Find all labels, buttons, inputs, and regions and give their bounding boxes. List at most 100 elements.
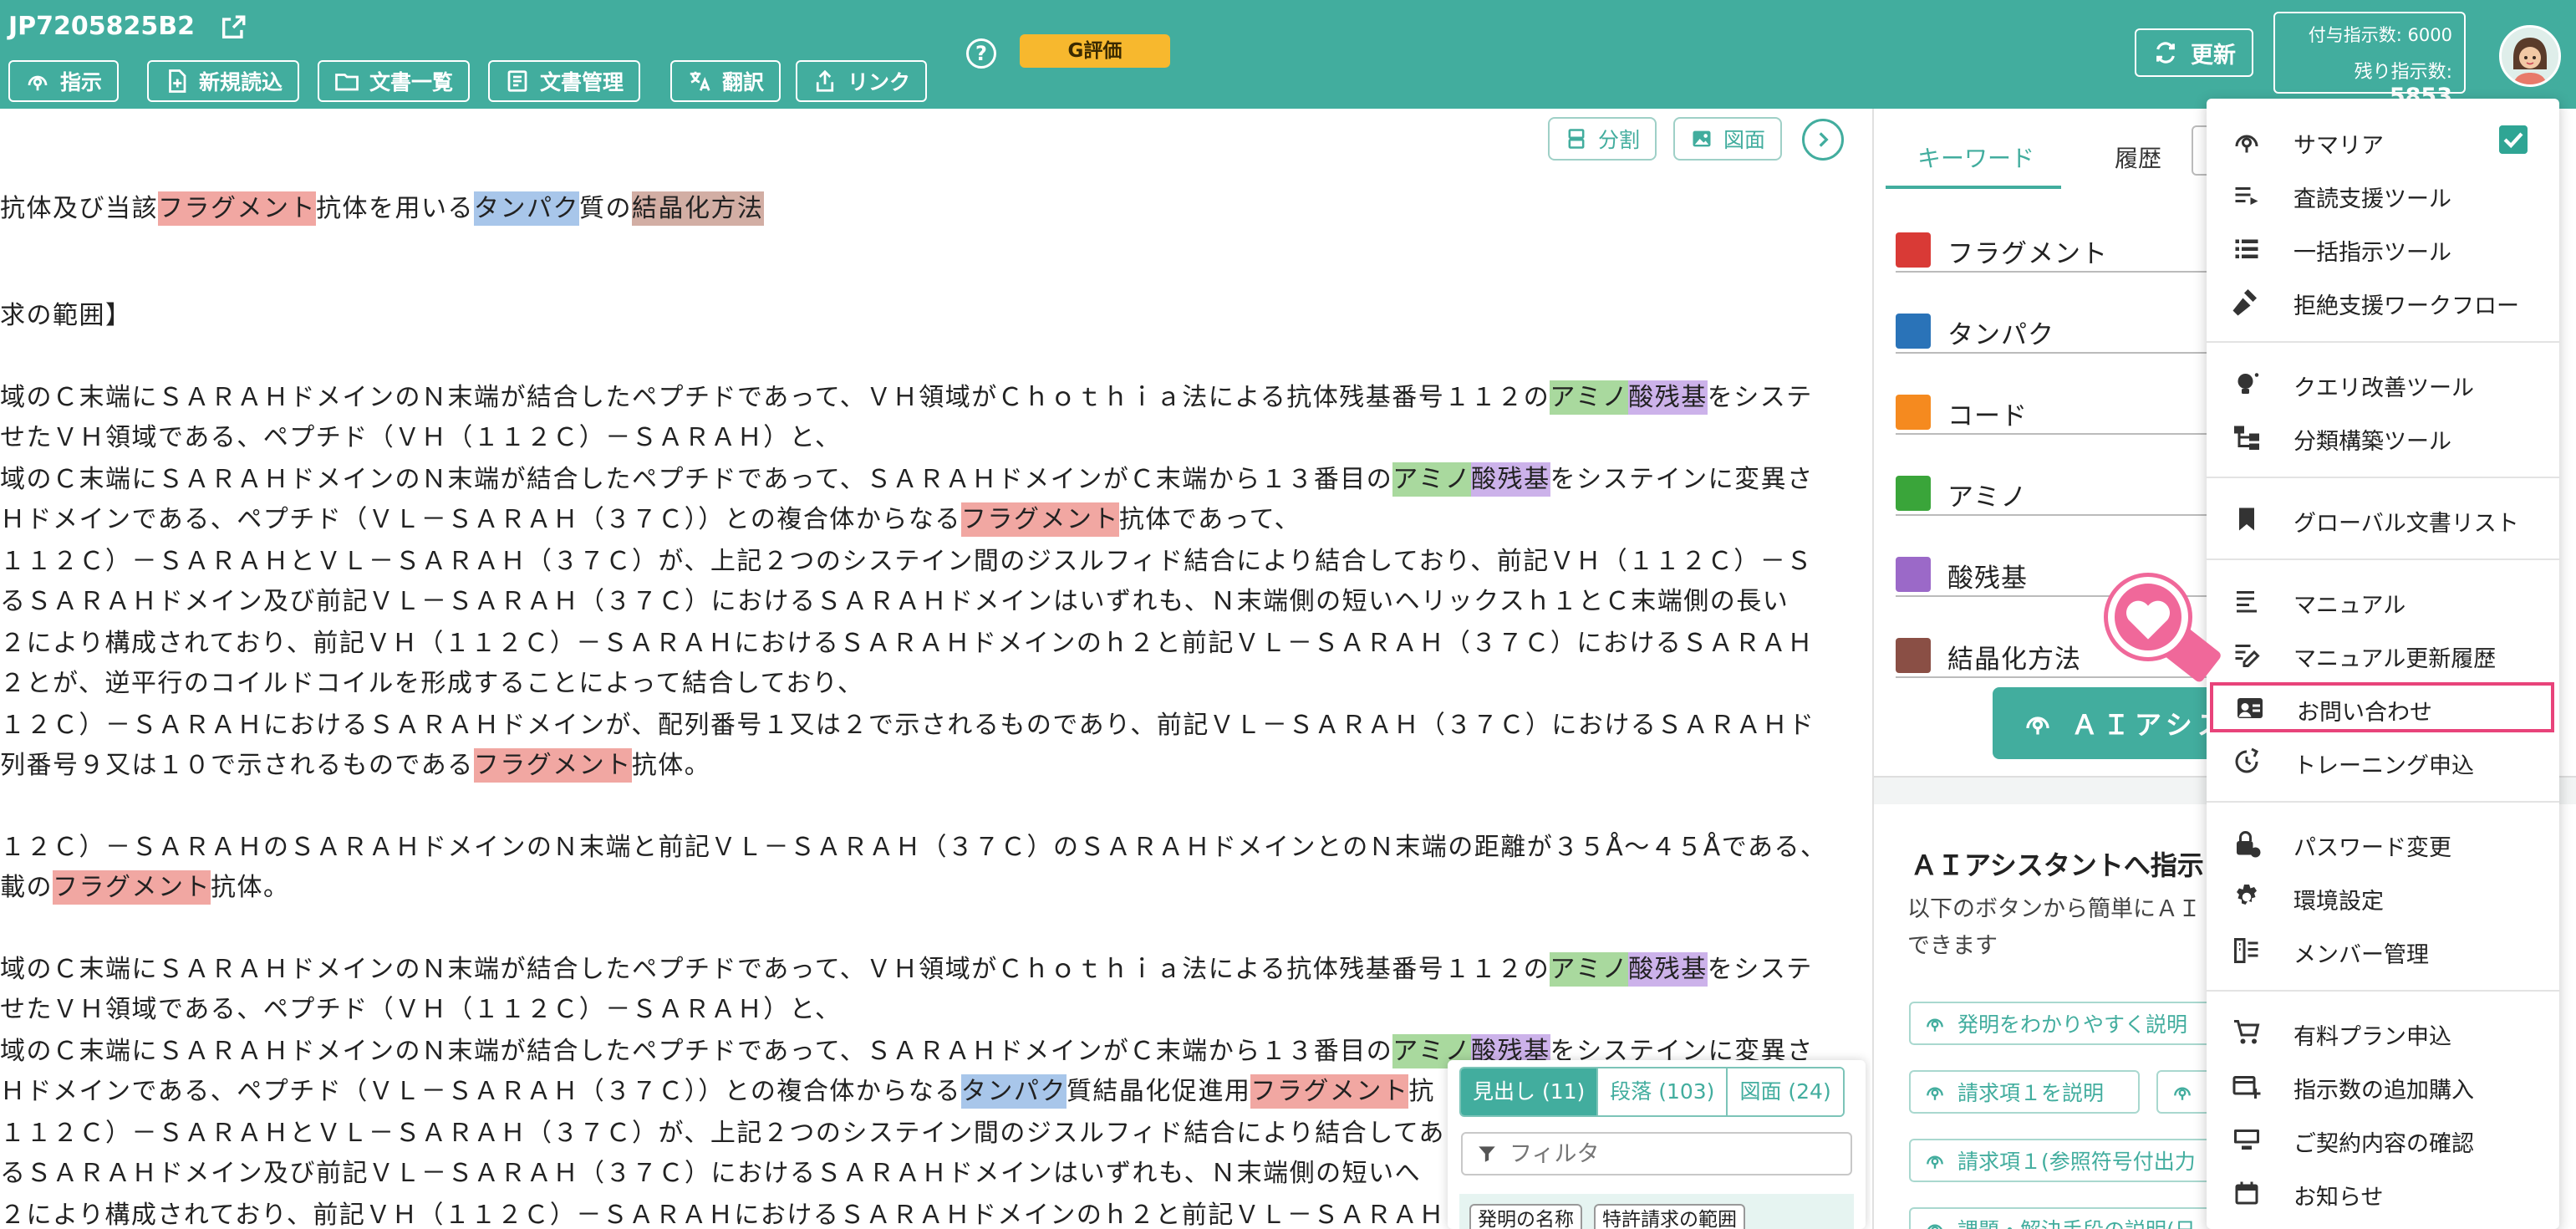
menu-item-review-tool[interactable]: 査読支援ツール — [2207, 169, 2559, 219]
menu-item-training[interactable]: トレーニング申込 — [2207, 736, 2559, 786]
keyword-row[interactable]: タンパク — [1896, 303, 2230, 354]
menu-item-paid-plan[interactable]: 有料プラン申込 — [2207, 1007, 2559, 1057]
external-link-icon[interactable] — [219, 13, 247, 42]
ai-option-explain-invention[interactable]: 発明をわかりやすく説明 — [1909, 1002, 2227, 1045]
document-text-segment: 列番号９又は１０で示されるものである — [0, 751, 474, 780]
document-line: １１２Ｃ）－ＳＡＲＡＨとＶＬ－ＳＡＲＡＨ（３７Ｃ）が、上記２つのシステイン間のジ… — [0, 1115, 1445, 1152]
keyword-highlight[interactable]: フラグメント — [473, 748, 632, 783]
tab-history[interactable]: 履歴 — [2115, 140, 2161, 174]
ai-option-claim1-ref[interactable]: 請求項１(参照符号付出力 — [1909, 1139, 2227, 1182]
split-icon — [1568, 129, 1585, 149]
menu-item-summaria[interactable]: サマリア — [2207, 115, 2559, 166]
next-button[interactable] — [1802, 119, 1844, 161]
link-button[interactable]: リンク — [796, 60, 928, 102]
document-line: Ｈドメインである、ペプチド（ＶＬ－ＳＡＲＡＨ（３７Ｃ））との複合体からなるタンパ… — [0, 1073, 1435, 1110]
menu-item-manual-history[interactable]: マニュアル更新履歴 — [2207, 629, 2559, 679]
document-line: るＳＡＲＡＨドメイン及び前記ＶＬ－ＳＡＲＡＨ（３７Ｃ）におけるＳＡＲＡＨドメイン… — [0, 584, 1789, 620]
document-line: 求の範囲】 — [0, 298, 132, 334]
ai-option-explain-claim1[interactable]: 請求項１を説明 — [1909, 1070, 2140, 1114]
document-manage-button[interactable]: 文書管理 — [488, 60, 641, 102]
keyword-row[interactable]: コード — [1896, 385, 2230, 435]
split-view-label: 分割 — [1598, 128, 1641, 152]
toc-tab-headings[interactable]: 見出し (11) — [1461, 1068, 1599, 1115]
figure-view-button[interactable]: 図面 — [1673, 117, 1783, 161]
keyword-color-swatch[interactable] — [1896, 232, 1931, 268]
split-view-button[interactable]: 分割 — [1548, 117, 1657, 161]
update-button[interactable]: 更新 — [2135, 28, 2253, 77]
menu-item-contact[interactable]: お問い合わせ — [2210, 682, 2554, 732]
ai-assistant-icon — [1927, 1224, 1942, 1229]
app-header: JP7205825B2 指示 新規読込 文書一覧 文書管理 翻訳 リンク ? G… — [0, 0, 2576, 110]
keyword-row[interactable]: フラグメント — [1896, 222, 2230, 273]
document-text-segment: 抗体。 — [211, 873, 290, 902]
toc-item[interactable]: 特許請求の範囲 — [1594, 1204, 1745, 1229]
document-line: せたＶＨ領域である、ペプチド（ＶＨ（１１２Ｃ）－ＳＡＲＡＨ）と、 — [0, 420, 842, 456]
menu-divider — [2207, 477, 2559, 478]
translate-label: 翻訳 — [722, 70, 765, 94]
keyword-highlight[interactable]: アミノ — [1550, 380, 1629, 415]
keyword-highlight[interactable]: 酸残基 — [1628, 952, 1708, 987]
document-text-segment: Ｈドメインである、ペプチド（ＶＬ－ＳＡＲＡＨ（３７Ｃ））との複合体からなる — [0, 1077, 961, 1106]
keyword-color-swatch[interactable] — [1896, 557, 1931, 592]
keyword-highlight[interactable]: 結晶化方法 — [632, 191, 764, 226]
keyword-color-swatch[interactable] — [1896, 638, 1931, 673]
toc-tab-figures[interactable]: 図面 (24) — [1728, 1068, 1843, 1115]
menu-item-password[interactable]: パスワード変更 — [2207, 818, 2559, 868]
keyword-highlight[interactable]: 酸残基 — [1628, 380, 1708, 415]
document-list-button[interactable]: 文書一覧 — [318, 60, 471, 102]
contact-card-icon — [2237, 698, 2263, 718]
keyword-highlight[interactable]: タンパク — [474, 191, 579, 226]
document-list-label: 文書一覧 — [369, 70, 454, 94]
keyword-row[interactable]: アミノ — [1896, 466, 2230, 516]
document-line: ２により構成されており、前記ＶＨ（１１２Ｃ）－ＳＡＲＡＨにおけるＳＡＲＡＨドメイ… — [0, 1197, 1445, 1229]
lock-icon — [2237, 831, 2261, 858]
document-line: 域のＣ末端にＳＡＲＡＨドメインのＮ末端が結合したペプチドであって、ＳＡＲＡＨドメ… — [0, 462, 1814, 498]
new-load-label: 新規読込 — [199, 70, 283, 94]
translate-button[interactable]: 翻訳 — [670, 60, 781, 102]
menu-item-notices[interactable]: お知らせ — [2207, 1167, 2559, 1217]
keyword-highlight[interactable]: フラグメント — [960, 502, 1119, 537]
menu-item-classification-tool[interactable]: 分類構築ツール — [2207, 411, 2559, 462]
document-text-segment: 質結晶化促進用 — [1066, 1077, 1251, 1106]
user-avatar[interactable] — [2499, 25, 2561, 87]
tree-icon — [2234, 426, 2259, 450]
keyword-color-swatch[interactable] — [1896, 395, 1931, 430]
keyword-highlight[interactable]: 酸残基 — [1471, 462, 1550, 497]
keyword-highlight[interactable]: タンパク — [960, 1074, 1067, 1109]
share-icon — [816, 69, 834, 92]
quota-total: 付与指示数: 6000 — [2308, 25, 2452, 45]
menu-item-global-doc-list[interactable]: グローバル文書リスト — [2207, 493, 2559, 543]
help-icon[interactable]: ? — [966, 38, 996, 69]
menu-item-settings[interactable]: 環境設定 — [2207, 871, 2559, 921]
chevron-right-icon — [1819, 132, 1829, 147]
menu-item-members[interactable]: メンバー管理 — [2207, 925, 2559, 975]
menu-item-bulk-tool[interactable]: 一括指示ツール — [2207, 222, 2559, 273]
toc-tab-paragraphs[interactable]: 段落 (103) — [1598, 1068, 1728, 1115]
keyword-color-swatch[interactable] — [1896, 314, 1931, 349]
update-label: 更新 — [2191, 42, 2236, 69]
menu-item-rejection-workflow[interactable]: 拒絶支援ワークフロー — [2207, 276, 2559, 326]
menu-item-query-tool[interactable]: クエリ改善ツール — [2207, 358, 2559, 408]
keyword-color-swatch[interactable] — [1896, 476, 1931, 511]
ai-assistant-icon — [2026, 716, 2049, 735]
document-text-segment: 求の範囲】 — [0, 301, 132, 330]
document-line: ２により構成されており、前記ＶＨ（１１２Ｃ）－ＳＡＲＡＨにおけるＳＡＲＡＨドメイ… — [0, 625, 1814, 662]
keyword-highlight[interactable]: アミノ — [1392, 462, 1472, 497]
toc-filter-input[interactable] — [1509, 1140, 1827, 1167]
toc-item[interactable]: 発明の名称 — [1469, 1204, 1582, 1229]
checkbox-checked-icon[interactable] — [2499, 125, 2528, 154]
toc-filter[interactable] — [1461, 1132, 1852, 1175]
document-text-segment: 質の — [579, 194, 632, 223]
keyword-highlight[interactable]: フラグメント — [158, 191, 316, 226]
instruct-button[interactable]: 指示 — [8, 60, 120, 102]
menu-item-manual[interactable]: マニュアル — [2207, 575, 2559, 625]
keyword-highlight[interactable]: フラグメント — [1250, 1074, 1409, 1109]
tab-keyword[interactable]: キーワード — [1917, 140, 2034, 174]
keyword-highlight[interactable]: フラグメント — [53, 870, 211, 905]
menu-item-buy-quota[interactable]: 指示数の追加購入 — [2207, 1060, 2559, 1110]
g-rating-badge[interactable]: G評価 — [1020, 34, 1170, 68]
ai-option-problem-solution[interactable]: 課題・解決手段の説明(日 — [1909, 1207, 2227, 1229]
menu-item-contract[interactable]: ご契約内容の確認 — [2207, 1114, 2559, 1164]
keyword-highlight[interactable]: アミノ — [1550, 952, 1629, 987]
new-load-button[interactable]: 新規読込 — [147, 60, 300, 102]
